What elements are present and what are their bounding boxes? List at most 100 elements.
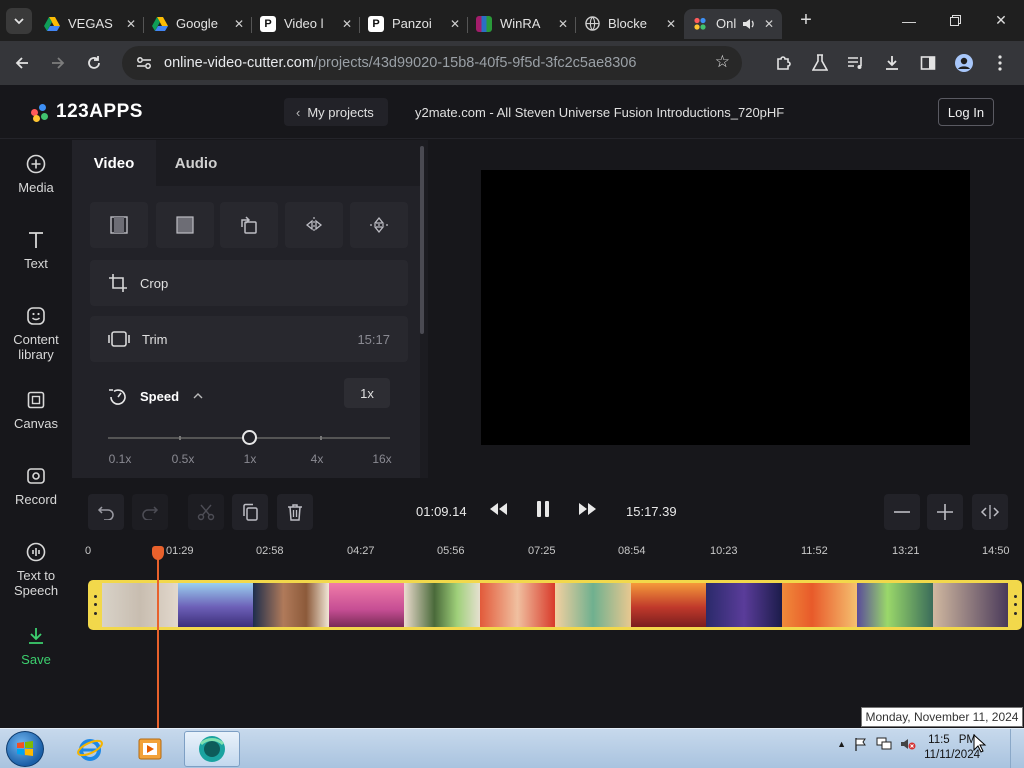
clip-end-handle[interactable]	[1012, 592, 1018, 618]
tab-title: Video l	[284, 16, 324, 31]
address-bar[interactable]: online-video-cutter.com/projects/43d9902…	[122, 46, 742, 80]
undo-icon	[97, 506, 114, 520]
labs-button[interactable]	[802, 45, 838, 81]
browser-tab[interactable]: Google ✕	[144, 9, 252, 39]
browser-tab[interactable]: P Video l ✕	[252, 9, 360, 39]
app-header: 123APPS ‹ My projects y2mate.com - All S…	[0, 85, 1024, 139]
minimize-button[interactable]: —	[886, 0, 932, 41]
volume-muted-icon[interactable]	[900, 737, 916, 751]
tab-video[interactable]: Video	[72, 140, 156, 186]
bookmark-star-icon[interactable]: ☆	[715, 52, 730, 72]
redo-button[interactable]	[132, 494, 168, 530]
close-tab-icon[interactable]: ✕	[126, 17, 136, 31]
rail-item-save[interactable]: Save	[0, 626, 72, 667]
browser-tab[interactable]: VEGAS ✕	[36, 9, 144, 39]
timeline[interactable]: 0 01:29 02:58 04:27 05:56 07:25 08:54 10…	[72, 540, 1024, 728]
pause-button[interactable]	[536, 500, 554, 518]
close-tab-icon[interactable]: ✕	[558, 17, 568, 31]
rail-item-label: Canvas	[13, 416, 59, 431]
browser-tab[interactable]: Blocke ✕	[576, 9, 684, 39]
zoom-in-button[interactable]	[927, 494, 963, 530]
speaker-icon[interactable]	[742, 17, 756, 31]
crop-row[interactable]: Crop	[90, 260, 408, 306]
close-tab-icon[interactable]: ✕	[450, 17, 460, 31]
tab-search-button[interactable]	[6, 7, 32, 34]
reload-button[interactable]	[76, 45, 112, 81]
action-center-flag-icon[interactable]	[854, 737, 868, 751]
flip-vertical-button[interactable]	[350, 202, 408, 248]
delete-button[interactable]	[277, 494, 313, 530]
downloads-button[interactable]	[874, 45, 910, 81]
undo-button[interactable]	[88, 494, 124, 530]
system-tray: ▲	[837, 737, 916, 751]
rewind-button[interactable]	[488, 502, 510, 516]
browser-tab[interactable]: WinRA ✕	[468, 9, 576, 39]
forward-button[interactable]	[40, 45, 76, 81]
side-panel-button[interactable]	[910, 45, 946, 81]
fit-timeline-button[interactable]	[972, 494, 1008, 530]
speed-slider-knob[interactable]	[242, 430, 257, 445]
url-path: /projects/43d99020-15b8-40f5-9f5d-3fc2c5…	[313, 55, 637, 71]
rail-item-label: Record	[15, 492, 57, 507]
profile-button[interactable]	[946, 45, 982, 81]
rail-item-media[interactable]: Media	[0, 154, 72, 195]
flip-horizontal-button[interactable]	[285, 202, 343, 248]
fast-forward-button[interactable]	[578, 502, 600, 516]
close-tab-icon[interactable]: ✕	[764, 17, 774, 31]
show-hidden-icons-button[interactable]: ▲	[837, 739, 846, 749]
clip-start-handle[interactable]	[92, 592, 98, 618]
aspect-ratio-button[interactable]	[90, 202, 148, 248]
clock-date: 11/11/2024	[924, 749, 980, 761]
close-tab-icon[interactable]: ✕	[342, 17, 352, 31]
start-button[interactable]	[6, 731, 44, 767]
trash-icon	[288, 504, 302, 521]
taskbar-media-player[interactable]	[122, 731, 178, 767]
restore-button[interactable]	[932, 0, 978, 41]
side-panel-icon	[920, 56, 936, 70]
tab-audio[interactable]: Audio	[156, 140, 236, 186]
close-window-button[interactable]: ✕	[978, 0, 1024, 41]
system-clock[interactable]: 11:5 PM 11/11/2024	[924, 733, 980, 763]
duplicate-button[interactable]	[232, 494, 268, 530]
new-tab-button[interactable]: +	[794, 9, 818, 32]
split-button[interactable]	[188, 494, 224, 530]
rotate-button[interactable]	[220, 202, 278, 248]
browser-tab-active[interactable]: Onl ✕	[684, 8, 782, 39]
download-icon	[886, 56, 898, 70]
playhead-handle[interactable]	[152, 546, 164, 560]
pause-icon	[537, 501, 549, 517]
speed-mark: 1x	[243, 452, 257, 466]
trim-row[interactable]: Trim 15:17	[90, 316, 408, 362]
tab-title: Google	[176, 16, 218, 31]
my-projects-button[interactable]: ‹ My projects	[284, 98, 388, 126]
media-controls-button[interactable]	[838, 45, 874, 81]
taskbar-browser[interactable]	[184, 731, 240, 767]
zoom-out-button[interactable]	[884, 494, 920, 530]
back-button[interactable]	[4, 45, 40, 81]
rail-item-text-to-speech[interactable]: Text to Speech	[0, 542, 72, 598]
rail-item-canvas[interactable]: Canvas	[0, 390, 72, 431]
site-settings-icon[interactable]	[132, 56, 156, 70]
close-tab-icon[interactable]: ✕	[666, 17, 676, 31]
speed-slider[interactable]	[108, 430, 390, 445]
panel-scrollbar[interactable]	[420, 146, 424, 334]
network-icon[interactable]	[876, 737, 892, 751]
video-clip-track[interactable]	[88, 580, 1022, 630]
login-button[interactable]: Log In	[938, 98, 994, 126]
background-button[interactable]	[156, 202, 214, 248]
rail-item-record[interactable]: Record	[0, 466, 72, 507]
browser-tab[interactable]: P Panzoi ✕	[360, 9, 468, 39]
rail-item-content-library[interactable]: Content library	[0, 306, 72, 362]
taskbar-internet-explorer[interactable]	[62, 731, 118, 767]
rail-item-text[interactable]: Text	[0, 230, 72, 271]
browser-menu-button[interactable]	[982, 45, 1018, 81]
playhead[interactable]	[152, 546, 164, 728]
save-download-icon	[29, 628, 43, 644]
show-desktop-button[interactable]	[1010, 729, 1024, 768]
close-tab-icon[interactable]: ✕	[234, 17, 244, 31]
video-preview[interactable]	[481, 170, 970, 445]
flip-vertical-icon	[370, 216, 388, 234]
extensions-button[interactable]	[766, 45, 802, 81]
logo[interactable]: 123APPS	[30, 101, 143, 123]
scissors-icon	[197, 504, 215, 521]
